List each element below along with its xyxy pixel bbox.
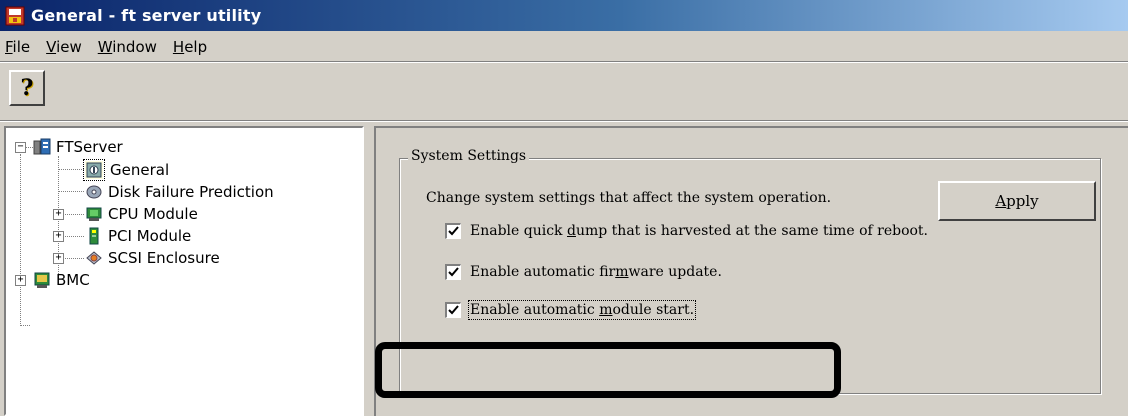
checkbox[interactable]	[445, 302, 461, 318]
help-icon: ?	[20, 75, 34, 101]
tree-line	[58, 169, 84, 170]
tree-line	[61, 214, 84, 215]
menu-view[interactable]: View	[46, 38, 82, 56]
tree-node-ftserver[interactable]: FTServer	[33, 136, 123, 158]
checkbox-quick-dump[interactable]: Enable quick dump that is harvested at t…	[445, 223, 928, 239]
help-button[interactable]: ?	[9, 70, 45, 106]
tree-line	[61, 258, 84, 259]
toolbar: ?	[0, 63, 1128, 121]
server-icon	[33, 138, 51, 156]
checkbox-module-start[interactable]: Enable automatic module start.	[445, 300, 697, 320]
menu-window[interactable]: Window	[98, 38, 157, 56]
checkbox-firmware-update[interactable]: Enable automatic firmware update.	[445, 264, 722, 280]
tree-node-cpu-module[interactable]: CPU Module	[85, 203, 198, 225]
checkbox-label: Enable automatic firmware update.	[470, 264, 722, 280]
pci-module-icon	[85, 227, 103, 245]
expand-toggle[interactable]: +	[53, 253, 64, 264]
expand-toggle[interactable]: +	[15, 275, 26, 286]
expand-toggle[interactable]: +	[53, 231, 64, 242]
bmc-icon	[33, 271, 51, 289]
settings-description: Change system settings that affect the s…	[426, 190, 832, 206]
checkbox-label: Enable automatic module start.	[467, 300, 697, 320]
app-icon	[5, 6, 25, 26]
tree-node-pci-module[interactable]: PCI Module	[85, 225, 191, 247]
tree-view[interactable]: − FTServer General Disk Failure Predicti…	[4, 126, 364, 416]
tree-line	[20, 154, 21, 326]
tree-label: Disk Failure Prediction	[108, 183, 274, 201]
menu-bar: File View Window Help	[0, 31, 1128, 62]
tree-label: SCSI Enclosure	[108, 249, 220, 267]
apply-button[interactable]: Apply	[938, 181, 1096, 221]
tree-label: PCI Module	[108, 227, 192, 245]
tree-line	[61, 236, 84, 237]
checkbox-label: Enable quick dump that is harvested at t…	[470, 223, 928, 239]
tree-node-disk-failure-prediction[interactable]: Disk Failure Prediction	[85, 181, 274, 203]
tree-line	[58, 191, 84, 192]
group-title: System Settings	[408, 148, 530, 164]
title-bar: General - ft server utility	[0, 0, 1128, 31]
menu-file[interactable]: File	[5, 38, 30, 56]
cpu-module-icon	[85, 205, 103, 223]
highlight-annotation-box	[375, 342, 841, 398]
tree-node-bmc[interactable]: BMC	[33, 269, 90, 291]
general-icon	[83, 159, 105, 181]
expand-toggle[interactable]: +	[53, 209, 64, 220]
toolbar-separator	[0, 120, 1128, 122]
tree-label: BMC	[56, 271, 90, 289]
tree-label: General	[110, 161, 170, 179]
window-title: General - ft server utility	[31, 6, 262, 25]
scsi-enclosure-icon	[85, 249, 103, 267]
checkbox[interactable]	[445, 264, 461, 280]
checkbox[interactable]	[445, 223, 461, 239]
tree-node-general[interactable]: General	[83, 159, 171, 181]
disk-icon	[85, 183, 103, 201]
tree-line	[20, 325, 30, 326]
collapse-toggle[interactable]: −	[15, 142, 26, 153]
tree-label: CPU Module	[108, 205, 198, 223]
menu-help[interactable]: Help	[173, 38, 207, 56]
tree-node-scsi-enclosure[interactable]: SCSI Enclosure	[85, 247, 220, 269]
tree-label: FTServer	[56, 138, 123, 156]
pane-splitter[interactable]	[364, 126, 374, 416]
tree-line	[25, 147, 33, 148]
